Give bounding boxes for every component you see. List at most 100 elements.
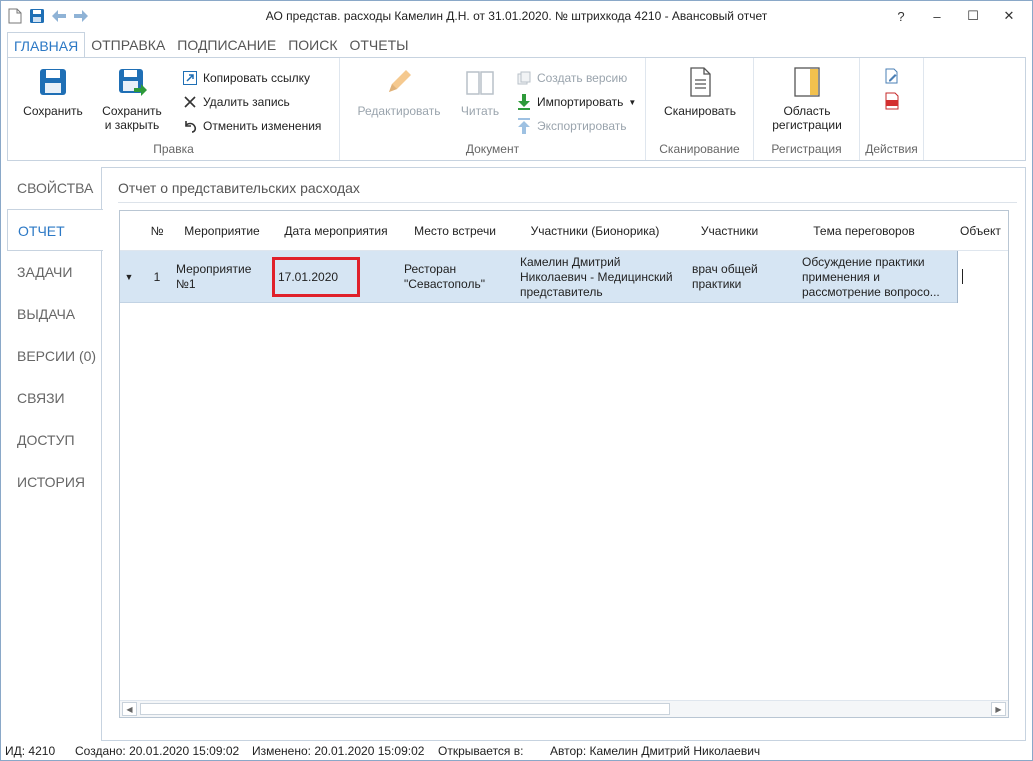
report-grid[interactable]: № Мероприятие Дата мероприятия Место вст… (119, 210, 1009, 718)
group-label-actions: Действия (865, 142, 918, 156)
back-arrow-icon[interactable] (51, 8, 67, 24)
close-button[interactable]: ✕ (992, 5, 1026, 27)
nav-report[interactable]: ОТЧЕТ (7, 209, 103, 251)
pdf-icon[interactable] (884, 92, 900, 113)
import-label: Импортировать (537, 95, 624, 109)
save-close-label-2: и закрыть (104, 118, 160, 132)
scrollbar-thumb[interactable] (140, 703, 670, 715)
registration-area-button[interactable]: Область регистрации (762, 66, 852, 132)
col-header-event[interactable]: Мероприятие (172, 211, 272, 251)
nav-versions[interactable]: ВЕРСИИ (0) (7, 335, 102, 377)
create-version-button[interactable]: Создать версию (516, 68, 627, 88)
tab-signing[interactable]: ПОДПИСАНИЕ (171, 32, 282, 58)
save-icon[interactable] (29, 8, 45, 24)
status-modified: Изменено: 20.01.2020 15:09:02 (252, 744, 425, 758)
status-bar: ИД: 4210 Создано: 20.01.2020 15:09:02 Из… (1, 741, 1032, 761)
tab-search[interactable]: ПОИСК (282, 32, 343, 58)
cell-topic-line-1: Обсуждение практики (802, 254, 925, 269)
save-label: Сохранить (23, 104, 83, 118)
ribbon: Сохранить Сохранить и закрыть Копировать… (7, 57, 1026, 161)
copy-link-button[interactable]: Копировать ссылку (182, 68, 310, 88)
registration-label-1: Область (783, 104, 831, 118)
export-arrow-icon (516, 118, 532, 134)
scan-button[interactable]: Сканировать (656, 66, 744, 118)
group-label-registration: Регистрация (771, 142, 842, 156)
app-window: АО представ. расходы Камелин Д.Н. от 31.… (0, 0, 1033, 761)
export-label: Экспортировать (537, 119, 627, 133)
create-version-label: Создать версию (537, 71, 628, 85)
undo-changes-label: Отменить изменения (203, 119, 322, 133)
copy-link-label: Копировать ссылку (203, 71, 310, 85)
save-and-close-button[interactable]: Сохранить и закрыть (96, 66, 168, 132)
forward-arrow-icon[interactable] (73, 8, 89, 24)
maximize-button[interactable]: ☐ (956, 5, 990, 27)
import-button[interactable]: Импортировать ▼ (516, 92, 636, 112)
row-indicator-icon: ▼ (124, 271, 134, 282)
status-created: Создано: 20.01.2020 15:09:02 (75, 744, 240, 758)
title-bar: АО представ. расходы Камелин Д.Н. от 31.… (1, 1, 1032, 31)
col-header-place[interactable]: Место встречи (400, 211, 510, 251)
import-arrow-icon (516, 94, 532, 110)
save-icon (40, 69, 66, 95)
edit-button[interactable]: Редактировать (354, 66, 444, 118)
read-button[interactable]: Читать (454, 66, 506, 118)
col-header-number[interactable]: № (142, 211, 172, 251)
cell-part-line-1: врач общей (692, 262, 758, 276)
grid-header: № Мероприятие Дата мероприятия Место вст… (120, 211, 1008, 251)
registration-label-2: регистрации (772, 118, 842, 132)
content-panel: Отчет о представительских расходах № Мер… (101, 167, 1026, 741)
registration-icon (794, 67, 820, 97)
save-close-label-1: Сохранить (102, 104, 162, 118)
ribbon-group-actions: Действия (860, 58, 924, 160)
nav-properties[interactable]: СВОЙСТВА (7, 167, 102, 209)
col-header-participants[interactable]: Участники (682, 211, 777, 251)
tab-reports[interactable]: ОТЧЕТЫ (343, 32, 414, 58)
pencil-icon (389, 70, 411, 92)
status-opens: Открывается в: (438, 744, 524, 758)
undo-changes-button[interactable]: Отменить изменения (182, 116, 321, 136)
col-header-object[interactable]: Объект (960, 211, 1008, 251)
scroll-left-icon[interactable]: ◀ (122, 702, 137, 716)
delete-record-label: Удалить запись (203, 95, 290, 109)
cell-bion-line-3: представитель (520, 284, 603, 299)
cell-participants[interactable]: врач общей практики (692, 251, 778, 303)
cell-place[interactable]: Ресторан "Севастополь" (404, 251, 508, 303)
edit-document-icon[interactable] (884, 68, 900, 87)
nav-access[interactable]: ДОСТУП (7, 419, 102, 461)
help-button[interactable]: ? (884, 5, 918, 27)
undo-icon (182, 118, 198, 134)
cell-object-editor[interactable] (957, 251, 1008, 303)
cell-bion-line-1: Камелин Дмитрий (520, 254, 621, 269)
cell-event[interactable]: Мероприятие №1 (176, 251, 272, 303)
horizontal-scrollbar[interactable]: ◀ ▶ (120, 700, 1008, 717)
cell-participants-bionorica[interactable]: Камелин Дмитрий Николаевич - Медицинский… (520, 251, 690, 303)
book-icon (466, 71, 494, 95)
table-row[interactable]: ▼ 1 Мероприятие №1 17.01.2020 Ресторан "… (120, 251, 1008, 303)
status-id: ИД: 4210 (5, 744, 56, 758)
quick-access-toolbar (1, 8, 89, 24)
col-header-participants-bionorica[interactable]: Участники (Бионорика) (510, 211, 680, 251)
status-author: Автор: Камелин Дмитрий Николаевич (550, 744, 761, 758)
minimize-button[interactable]: – (920, 5, 954, 27)
tab-send[interactable]: ОТПРАВКА (85, 32, 171, 58)
group-label-scan: Сканирование (659, 142, 740, 156)
delete-record-button[interactable]: Удалить запись (182, 92, 290, 112)
ribbon-group-edit: Сохранить Сохранить и закрыть Копировать… (8, 58, 340, 160)
edit-label: Редактировать (357, 104, 441, 118)
nav-links[interactable]: СВЯЗИ (7, 377, 102, 419)
cell-number[interactable]: 1 (142, 251, 172, 303)
cell-topic[interactable]: Обсуждение практики применения и рассмот… (802, 251, 957, 303)
cell-topic-line-3: рассмотрение вопросо... (802, 284, 940, 299)
col-header-date[interactable]: Дата мероприятия (272, 211, 400, 251)
nav-issuance[interactable]: ВЫДАЧА (7, 293, 102, 335)
scroll-right-icon[interactable]: ▶ (991, 702, 1006, 716)
cell-place-line-1: Ресторан (404, 262, 457, 276)
nav-history[interactable]: ИСТОРИЯ (7, 461, 102, 503)
export-button[interactable]: Экспортировать (516, 116, 627, 136)
col-header-topic[interactable]: Тема переговоров (780, 211, 948, 251)
save-button[interactable]: Сохранить (18, 66, 88, 118)
section-title: Отчет о представительских расходах (118, 180, 360, 196)
tab-home[interactable]: ГЛАВНАЯ (7, 32, 86, 58)
nav-tasks[interactable]: ЗАДАЧИ (7, 251, 102, 293)
cell-bion-line-2: Николаевич - Медицинский (520, 269, 673, 284)
